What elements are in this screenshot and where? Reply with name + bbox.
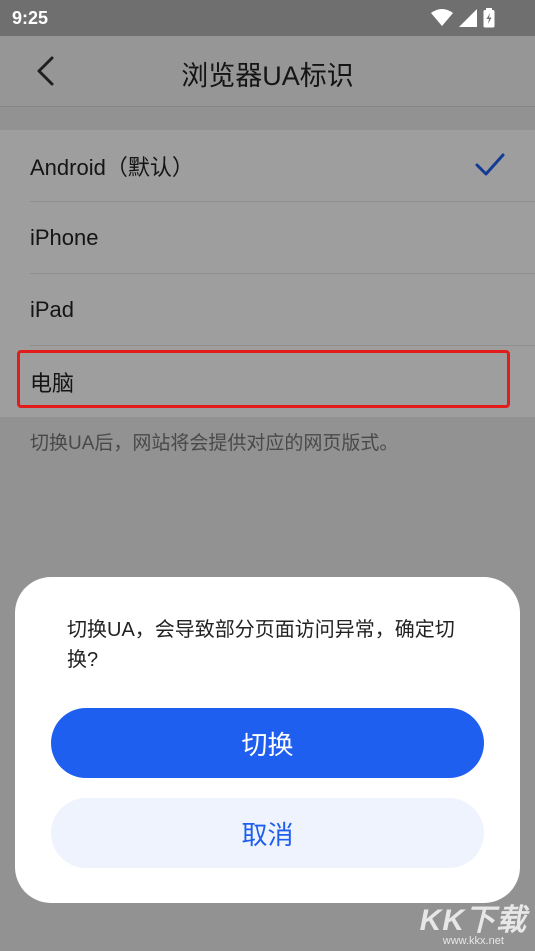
watermark-logo: KK下载 www.kkx.net [420, 895, 527, 947]
dialog-message: 切换UA，会导致部分页面访问异常，确定切换? [67, 619, 455, 671]
watermark-brand: KK下载 [419, 904, 527, 937]
signal-icon [459, 9, 477, 27]
confirm-switch-button[interactable]: 切换 [51, 708, 484, 778]
status-bar: 9:25 [0, 0, 535, 36]
wifi-icon [431, 9, 453, 26]
highlight-box [17, 350, 510, 408]
battery-icon [483, 8, 495, 28]
status-time: 9:25 [12, 8, 49, 28]
confirm-dialog: 切换UA，会导致部分页面访问异常，确定切换? 切换 取消 [15, 577, 520, 903]
status-icons [431, 7, 495, 29]
cancel-button[interactable]: 取消 [51, 798, 484, 868]
